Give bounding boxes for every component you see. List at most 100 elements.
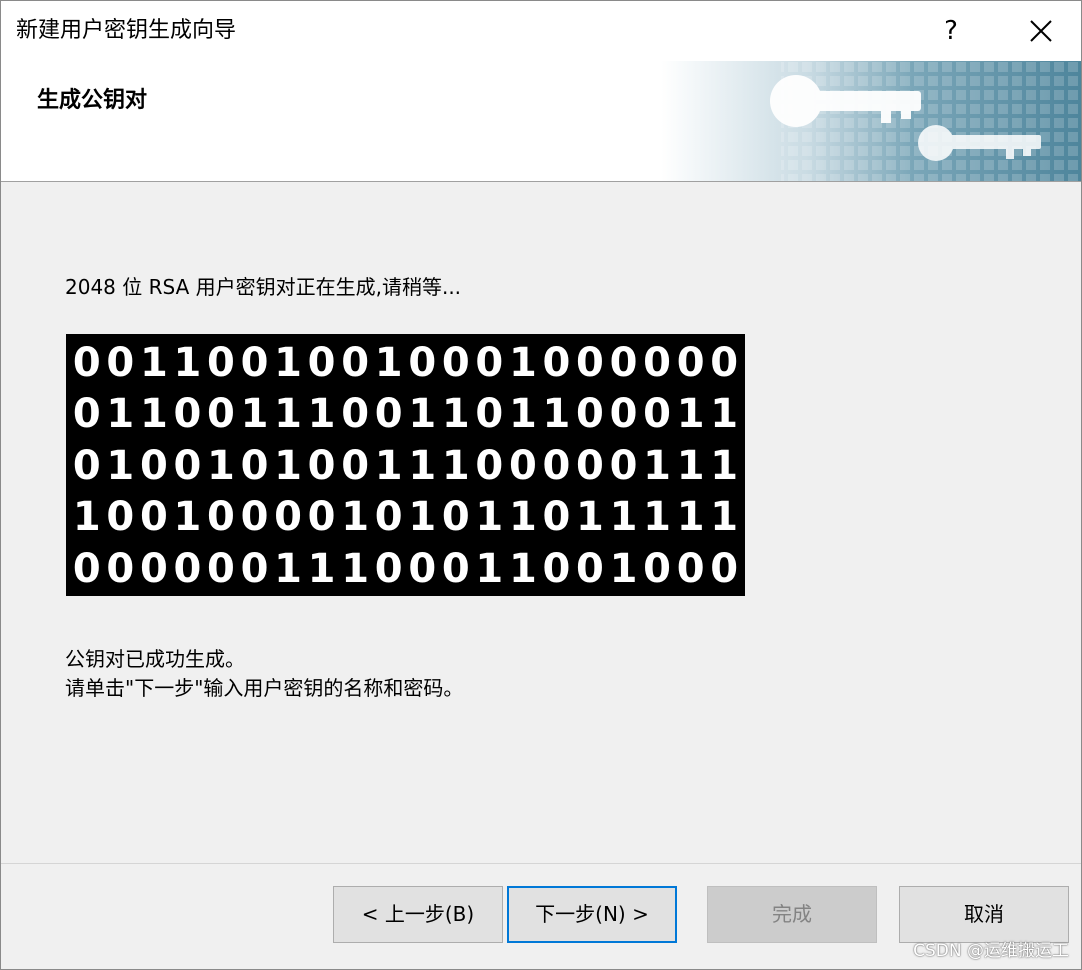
binary-digit: 0 (643, 339, 671, 386)
binary-digit: 1 (676, 391, 705, 438)
binary-digit: 0 (609, 391, 638, 438)
binary-digit: 1 (475, 494, 504, 541)
binary-digit: 0 (72, 442, 101, 489)
binary-digit: 1 (508, 494, 537, 541)
next-button[interactable]: 下一步(N) > (507, 886, 677, 943)
binary-digit: 0 (240, 545, 269, 592)
binary-digit: 0 (173, 545, 202, 592)
finish-button: 完成 (707, 886, 877, 943)
binary-digit: 1 (408, 391, 437, 438)
binary-digit: 1 (710, 494, 739, 541)
binary-row: 01100111001101100011 (70, 389, 741, 441)
binary-digit: 0 (240, 442, 269, 489)
binary-digit: 1 (207, 442, 235, 489)
binary-digit: 0 (341, 442, 370, 489)
binary-digit: 1 (408, 494, 437, 541)
wizard-header: 生成公钥对 (1, 61, 1081, 182)
help-button[interactable]: ? (906, 1, 996, 61)
completion-line-2: 请单击"下一步"输入用户密钥的名称和密码。 (65, 676, 464, 700)
binary-digit: 0 (341, 391, 370, 438)
binary-digit: 0 (207, 339, 235, 386)
binary-digit: 1 (72, 494, 101, 541)
binary-digit: 1 (676, 494, 705, 541)
binary-digit: 0 (106, 494, 135, 541)
binary-row: 00110010010001000000 (70, 337, 741, 389)
binary-digit: 1 (274, 339, 302, 386)
binary-digit: 0 (274, 494, 302, 541)
binary-digit: 0 (106, 545, 135, 592)
binary-digit: 1 (508, 391, 537, 438)
binary-digit: 1 (106, 391, 135, 438)
binary-digit: 0 (710, 545, 739, 592)
binary-digit: 0 (441, 494, 470, 541)
binary-digit: 1 (274, 545, 302, 592)
binary-digit: 0 (408, 339, 437, 386)
completion-line-1: 公钥对已成功生成。 (65, 647, 245, 671)
binary-digit: 0 (408, 545, 437, 592)
close-button[interactable] (996, 1, 1082, 61)
binary-digit: 0 (676, 545, 705, 592)
binary-digit: 1 (240, 391, 269, 438)
binary-digit: 0 (475, 391, 504, 438)
binary-row: 01001010011100000111 (70, 440, 741, 492)
binary-digit: 1 (139, 391, 168, 438)
binary-digit: 0 (307, 442, 336, 489)
binary-digit: 0 (542, 494, 571, 541)
binary-digit: 1 (274, 391, 302, 438)
binary-progress-display: 0011001001000100000001100111001101100011… (66, 334, 745, 596)
binary-digit: 1 (643, 494, 671, 541)
binary-digit: 1 (609, 494, 638, 541)
binary-digit: 0 (72, 339, 101, 386)
binary-digit: 0 (643, 545, 671, 592)
binary-digit: 0 (441, 545, 470, 592)
wizard-window: 新建用户密钥生成向导 ? 生成公钥对 2048 位 RSA 用户密钥对正在生成,… (0, 0, 1082, 970)
back-button[interactable]: < 上一步(B) (333, 886, 503, 943)
binary-digit: 0 (710, 339, 739, 386)
completion-message: 公钥对已成功生成。 请单击"下一步"输入用户密钥的名称和密码。 (65, 645, 463, 703)
binary-digit: 0 (542, 442, 571, 489)
binary-digit: 0 (173, 391, 202, 438)
binary-digit: 0 (643, 391, 671, 438)
binary-digit: 0 (508, 442, 537, 489)
binary-digit: 1 (441, 391, 470, 438)
binary-digit: 1 (341, 494, 370, 541)
keys-banner-image (661, 61, 1081, 181)
binary-digit: 0 (374, 391, 403, 438)
binary-digit: 0 (173, 442, 202, 489)
binary-digit: 1 (542, 391, 571, 438)
binary-digit: 0 (139, 545, 168, 592)
binary-digit: 1 (408, 442, 437, 489)
binary-digit: 0 (207, 494, 235, 541)
page-title: 生成公钥对 (37, 88, 148, 113)
binary-digit: 0 (106, 339, 135, 386)
binary-digit: 0 (72, 545, 101, 592)
binary-digit: 0 (307, 339, 336, 386)
binary-digit: 1 (710, 391, 739, 438)
binary-digit: 1 (307, 545, 336, 592)
binary-row: 00000011100011001000 (70, 543, 741, 595)
binary-digit: 1 (106, 442, 135, 489)
binary-digit: 0 (374, 545, 403, 592)
binary-digit: 0 (240, 494, 269, 541)
binary-digit: 1 (508, 545, 537, 592)
binary-digit: 0 (72, 391, 101, 438)
binary-digit: 0 (676, 339, 705, 386)
binary-digit: 1 (139, 339, 168, 386)
binary-digit: 0 (207, 391, 235, 438)
binary-digit: 0 (576, 391, 604, 438)
window-title: 新建用户密钥生成向导 (16, 18, 237, 43)
binary-digit: 0 (341, 339, 370, 386)
binary-digit: 0 (609, 442, 638, 489)
binary-digit: 1 (508, 339, 537, 386)
generation-status-text: 2048 位 RSA 用户密钥对正在生成,请稍等... (65, 275, 462, 299)
binary-digit: 0 (542, 339, 571, 386)
binary-digit: 1 (475, 545, 504, 592)
binary-digit: 0 (542, 545, 571, 592)
binary-digit: 1 (374, 442, 403, 489)
binary-digit: 0 (576, 442, 604, 489)
cancel-button[interactable]: 取消 (899, 886, 1069, 943)
binary-digit: 1 (576, 494, 604, 541)
footer-separator (1, 863, 1081, 864)
binary-digit: 1 (341, 545, 370, 592)
binary-digit: 1 (274, 442, 302, 489)
